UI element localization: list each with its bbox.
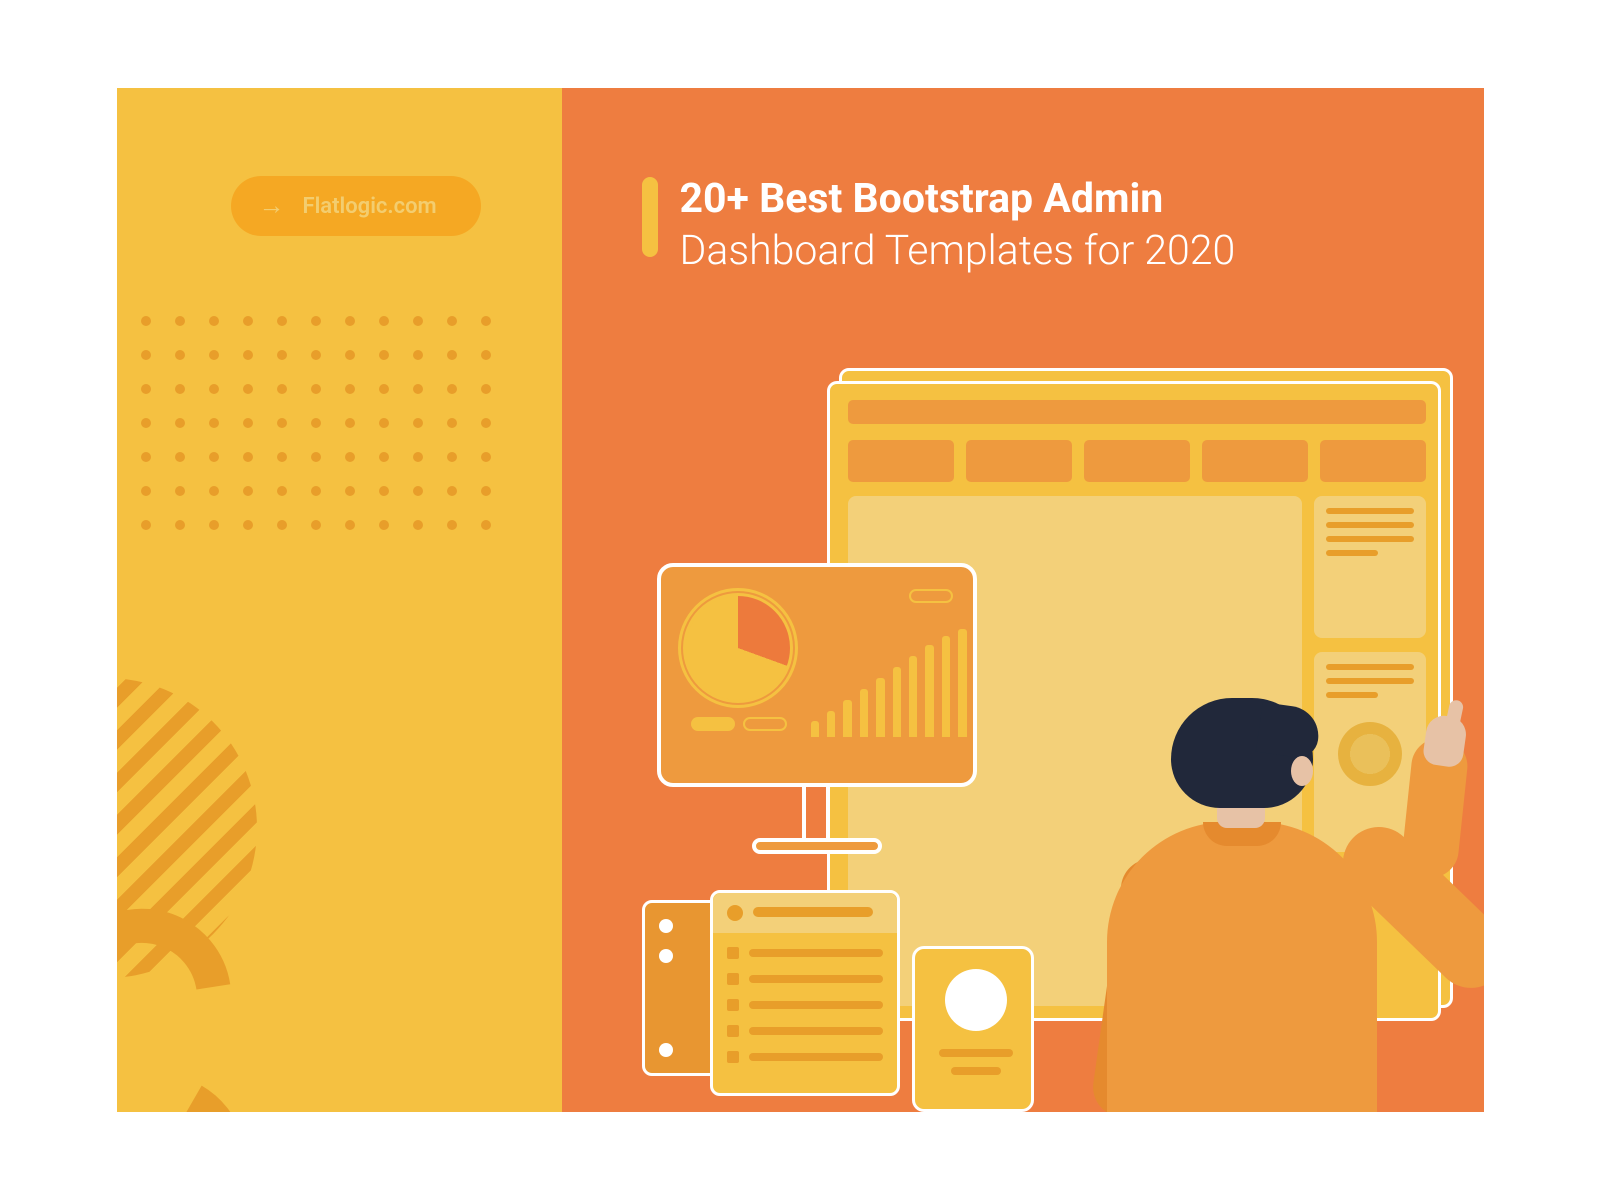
bar-chart-icon — [811, 627, 967, 737]
headline: 20+ Best Bootstrap Admin Dashboard Templ… — [642, 173, 1236, 278]
accent-bar-icon — [642, 177, 658, 257]
person-illustration — [1047, 698, 1447, 1112]
monitor-stand-icon — [802, 784, 830, 842]
pill-filled-icon — [691, 717, 735, 731]
dashboard-side-card — [1314, 496, 1426, 638]
pill-outline-icon — [743, 717, 787, 731]
monitor-base-icon — [752, 838, 882, 854]
ring-arc-decoration — [117, 1068, 252, 1112]
arrow-right-icon: → — [259, 193, 285, 219]
headline-light: Dashboard Templates for 2020 — [680, 225, 1236, 277]
dashboard-titlebar — [848, 400, 1426, 424]
dot-grid-decoration — [117, 316, 491, 530]
left-panel: → Flatlogic.com — [117, 88, 562, 1112]
pill-outline-icon — [909, 589, 953, 603]
pie-chart-icon — [683, 593, 793, 703]
hero-banner: → Flatlogic.com 20+ Best Bootstrap Admin… — [117, 88, 1484, 1112]
flatlogic-link-button[interactable]: → Flatlogic.com — [231, 176, 481, 236]
monitor-window — [657, 563, 977, 787]
headline-bold: 20+ Best Bootstrap Admin — [680, 173, 1236, 225]
profile-card — [912, 946, 1034, 1112]
illustration-scene — [602, 368, 1484, 1112]
dashboard-tabs — [848, 440, 1426, 482]
ring-arc-decoration — [117, 903, 237, 1093]
cta-label: Flatlogic.com — [303, 194, 437, 219]
avatar-icon — [945, 969, 1007, 1031]
list-card — [710, 890, 900, 1096]
